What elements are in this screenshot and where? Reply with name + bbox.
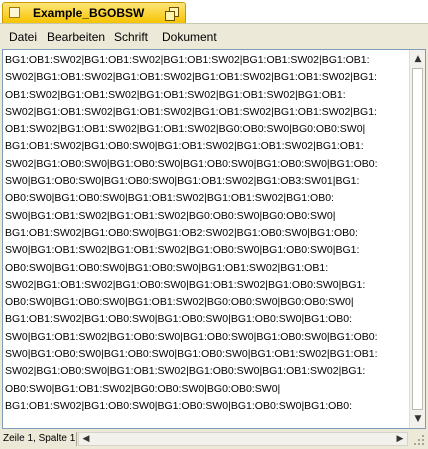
text-content[interactable]: BG1:OB1:SW02|BG1:OB1:SW02|BG1:OB1:SW02|B… <box>5 52 409 426</box>
scroll-down-icon[interactable]: ▼ <box>411 412 425 426</box>
menu-schrift[interactable]: Schrift <box>109 29 153 45</box>
text-line[interactable]: BG1:OB1:SW02|BG1:OB0:SW0|BG1:OB1:SW02|BG… <box>5 138 409 155</box>
text-editor[interactable]: BG1:OB1:SW02|BG1:OB1:SW02|BG1:OB1:SW02|B… <box>2 49 426 429</box>
menu-dokument[interactable]: Dokument <box>157 29 222 45</box>
text-line[interactable]: SW0|BG1:OB0:SW0|BG1:OB0:SW0|BG1:OB1:SW02… <box>5 173 409 190</box>
text-line[interactable]: OB0:SW0|BG1:OB0:SW0|BG1:OB1:SW02|BG0:OB0… <box>5 294 409 311</box>
vertical-scrollbar[interactable]: ▲ ▼ <box>409 50 425 428</box>
restore-icon[interactable] <box>163 6 181 21</box>
text-line[interactable]: SW02|BG1:OB0:SW0|BG1:OB1:SW02|BG1:OB0:SW… <box>5 363 409 380</box>
text-line[interactable]: SW02|BG1:OB0:SW0|BG1:OB0:SW0|BG1:OB0:SW0… <box>5 156 409 173</box>
text-line[interactable]: OB1:SW02|BG1:OB1:SW02|BG1:OB1:SW02|BG0:O… <box>5 121 409 138</box>
title-bar: Example_BGOBSW <box>0 0 428 24</box>
text-line[interactable]: OB0:SW0|BG1:OB0:SW0|BG1:OB1:SW02|BG1:OB1… <box>5 190 409 207</box>
text-line[interactable]: BG1:OB1:SW02|BG1:OB0:SW0|BG1:OB0:SW0|BG1… <box>5 398 409 415</box>
window-frame: Datei Bearbeiten Schrift Dokument BG1:OB… <box>0 23 428 449</box>
text-line[interactable]: SW0|BG1:OB1:SW02|BG1:OB1:SW02|BG0:OB0:SW… <box>5 208 409 225</box>
status-bar: Zeile 1, Spalte 1 ◀ ▶ <box>0 430 428 449</box>
text-line[interactable]: SW02|BG1:OB1:SW02|BG1:OB1:SW02|BG1:OB1:S… <box>5 104 409 121</box>
window-title: Example_BGOBSW <box>33 6 145 20</box>
text-line[interactable]: SW02|BG1:OB1:SW02|BG1:OB1:SW02|BG1:OB1:S… <box>5 69 409 86</box>
text-line[interactable]: SW0|BG1:OB1:SW02|BG1:OB0:SW0|BG1:OB0:SW0… <box>5 329 409 346</box>
text-line[interactable]: OB0:SW0|BG1:OB1:SW02|BG0:OB0:SW0|BG0:OB0… <box>5 381 409 398</box>
menu-bearbeiten[interactable]: Bearbeiten <box>42 29 110 45</box>
scroll-left-icon[interactable]: ◀ <box>80 433 92 445</box>
text-line[interactable]: BG1:OB1:SW02|BG1:OB0:SW0|BG1:OB0:SW0|BG1… <box>5 311 409 328</box>
text-line[interactable]: OB0:SW0|BG1:OB0:SW0|BG1:OB0:SW0|BG1:OB1:… <box>5 260 409 277</box>
editor-window: Example_BGOBSW Datei Bearbeiten Schrift … <box>0 0 428 449</box>
text-line[interactable]: SW0|BG1:OB1:SW02|BG1:OB1:SW02|BG1:OB0:SW… <box>5 242 409 259</box>
scroll-right-icon[interactable]: ▶ <box>394 433 406 445</box>
text-line[interactable]: BG1:OB1:SW02|BG1:OB1:SW02|BG1:OB1:SW02|B… <box>5 52 409 69</box>
menu-bar: Datei Bearbeiten Schrift Dokument <box>2 28 426 46</box>
scroll-up-icon[interactable]: ▲ <box>411 52 425 66</box>
cursor-position: Zeile 1, Spalte 1 <box>3 432 77 446</box>
text-line[interactable]: SW0|BG1:OB0:SW0|BG1:OB0:SW0|BG1:OB0:SW0|… <box>5 346 409 363</box>
window-tab[interactable]: Example_BGOBSW <box>2 2 186 23</box>
horizontal-scrollbar[interactable]: ◀ ▶ <box>78 432 408 446</box>
text-line[interactable]: OB1:SW02|BG1:OB1:SW02|BG1:OB1:SW02|BG1:O… <box>5 87 409 104</box>
resize-grip-icon[interactable] <box>412 433 426 447</box>
text-line[interactable]: SW02|BG1:OB1:SW02|BG1:OB0:SW0|BG1:OB1:SW… <box>5 277 409 294</box>
text-line[interactable]: BG1:OB1:SW02|BG1:OB0:SW0|BG1:OB2:SW02|BG… <box>5 225 409 242</box>
document-icon <box>9 7 20 18</box>
menu-datei[interactable]: Datei <box>4 29 42 45</box>
scroll-thumb[interactable] <box>412 68 423 410</box>
